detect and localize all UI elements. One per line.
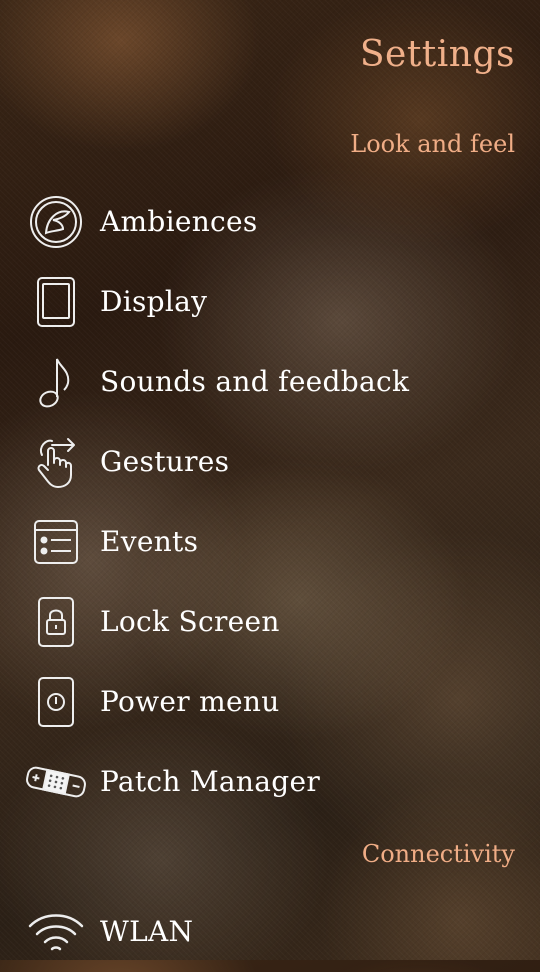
- menu-item-label: Power menu: [100, 685, 280, 718]
- menu-item-label: Events: [100, 525, 199, 558]
- menu-item-events[interactable]: Events: [0, 502, 540, 582]
- menu-item-ambiences[interactable]: Ambiences: [0, 182, 540, 262]
- lock-icon: [24, 594, 88, 650]
- menu-item-patch-manager[interactable]: Patch Manager: [0, 742, 540, 822]
- menu-item-sounds-and-feedback[interactable]: Sounds and feedback: [0, 342, 540, 422]
- gesture-hand-icon: [24, 434, 88, 490]
- display-icon: [24, 274, 88, 330]
- menu-item-label: Ambiences: [100, 205, 258, 238]
- menu-item-power-menu[interactable]: Power menu: [0, 662, 540, 742]
- wifi-icon: [24, 904, 88, 960]
- page-title: Settings: [359, 34, 515, 75]
- menu-item-display[interactable]: Display: [0, 262, 540, 342]
- music-note-icon: [24, 354, 88, 410]
- menu-item-label: Sounds and feedback: [100, 365, 410, 398]
- ambience-icon: [24, 194, 88, 250]
- menu-item-lock-screen[interactable]: Lock Screen: [0, 582, 540, 662]
- menu-item-label: Patch Manager: [100, 765, 321, 798]
- events-icon: [24, 514, 88, 570]
- menu-item-label: Display: [100, 285, 208, 318]
- menu-item-label: Gestures: [100, 445, 230, 478]
- menu-item-label: WLAN: [100, 915, 194, 948]
- section-header-look-and-feel: Look and feel: [350, 130, 515, 158]
- section-header-connectivity: Connectivity: [361, 840, 515, 868]
- menu-item-wlan[interactable]: WLAN: [0, 892, 540, 972]
- power-icon: [24, 674, 88, 730]
- menu-item-label: Lock Screen: [100, 605, 280, 638]
- bandage-icon: [24, 754, 88, 810]
- menu-item-gestures[interactable]: Gestures: [0, 422, 540, 502]
